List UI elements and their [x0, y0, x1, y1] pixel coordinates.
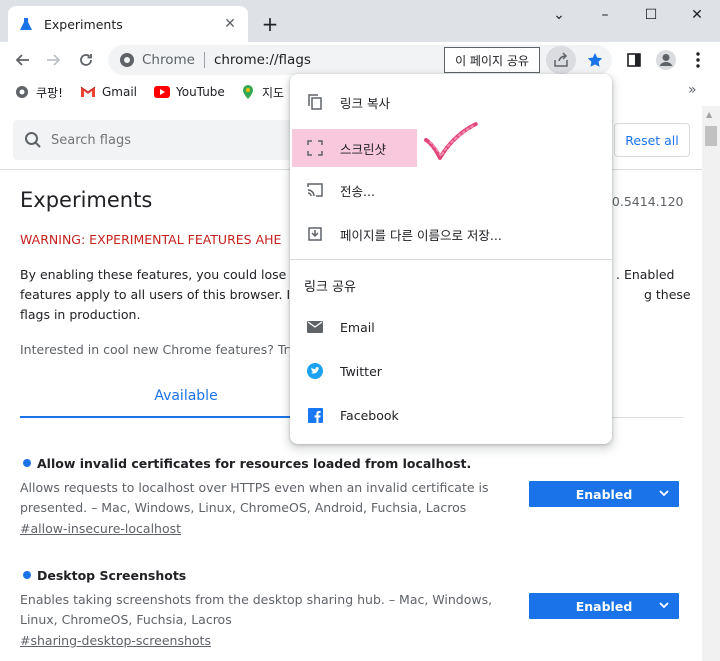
reset-all-button[interactable]: Reset all: [614, 123, 690, 157]
bookmark-maps[interactable]: 지도: [240, 82, 284, 102]
omnibox-separator: [203, 52, 205, 68]
flag-description: Enables taking screenshots from the desk…: [20, 592, 493, 627]
flag-state-select[interactable]: Enabled: [529, 593, 679, 619]
screenshot-icon: [306, 139, 324, 157]
twitter-icon: [306, 362, 324, 380]
intro-line-right: . Enabled: [616, 267, 675, 282]
scroll-up-arrow-icon[interactable]: ▲: [706, 110, 712, 119]
minimize-icon[interactable]: –: [582, 2, 628, 28]
bookmark-label: Gmail: [102, 85, 138, 99]
menu-item-label: 전송...: [340, 183, 375, 199]
menu-item-save-page[interactable]: 페이지를 다른 이름으로 저장...: [290, 212, 612, 256]
menu-kebab-icon[interactable]: [684, 46, 712, 74]
checkmark-annotation-icon: [424, 122, 478, 160]
flag-state-select[interactable]: Enabled: [529, 481, 679, 507]
bookmark-coupang[interactable]: 쿠팡!: [14, 82, 63, 102]
search-box[interactable]: [13, 120, 313, 160]
intro-line-left: flags in production.: [20, 307, 141, 322]
side-panel-icon[interactable]: [620, 46, 648, 74]
coupang-icon: [14, 84, 30, 100]
forward-icon[interactable]: [40, 46, 68, 74]
close-tab-icon[interactable]: ✕: [222, 16, 238, 32]
youtube-icon: [154, 84, 170, 100]
flag-permalink[interactable]: #allow-insecure-localhost: [20, 519, 690, 539]
gmail-icon: [80, 84, 96, 100]
scroll-thumb[interactable]: [705, 126, 717, 146]
tab-strip: Experiments ✕ + ⌄ – ☐ ✕: [0, 0, 720, 42]
omnibox-scheme: Chrome: [142, 52, 195, 68]
menu-divider: [290, 259, 612, 260]
menu-item-label: 스크린샷: [340, 141, 387, 157]
share-icon[interactable]: [546, 46, 576, 74]
tab-title: Experiments: [44, 16, 123, 32]
menu-item-email[interactable]: Email: [290, 305, 612, 349]
chevron-down-icon: [657, 598, 671, 612]
toolbar: Chrome chrome://flags 이 페이지 공유: [0, 42, 720, 78]
chrome-icon: [118, 51, 136, 69]
maps-icon: [240, 84, 256, 100]
scrollbar[interactable]: ▲: [702, 106, 720, 661]
flag-entry: Desktop Screenshots Enables taking scree…: [20, 566, 690, 651]
menu-item-facebook[interactable]: Facebook: [290, 393, 612, 437]
flag-name: Desktop Screenshots: [37, 567, 187, 583]
intro-line-left: features apply to all users of this brow…: [20, 287, 295, 302]
flag-description: Allows requests to localhost over HTTPS …: [20, 480, 489, 515]
intro-line-right: g these: [644, 287, 691, 302]
menu-item-cast[interactable]: 전송...: [290, 168, 612, 212]
omnibox-url[interactable]: chrome://flags: [214, 52, 311, 68]
flag-state-value: Enabled: [575, 486, 633, 502]
close-window-icon[interactable]: ✕: [674, 2, 720, 28]
share-tooltip: 이 페이지 공유: [444, 47, 540, 73]
bookmark-label: YouTube: [176, 85, 225, 99]
bookmark-label: 지도: [262, 85, 285, 100]
flask-icon: [18, 16, 34, 32]
menu-item-twitter[interactable]: Twitter: [290, 349, 612, 393]
flag-status-dot-icon: [23, 459, 31, 467]
bookmark-gmail[interactable]: Gmail: [80, 82, 137, 102]
flag-permalink[interactable]: #sharing-desktop-screenshots: [20, 631, 690, 651]
maximize-icon[interactable]: ☐: [628, 2, 674, 28]
back-icon[interactable]: [8, 46, 36, 74]
flag-status-dot-icon: [23, 571, 31, 579]
interested-text: Interested in cool new Chrome features? …: [20, 342, 297, 357]
intro-line-left: By enabling these features, you could lo…: [20, 267, 299, 282]
tab-experiments[interactable]: Experiments ✕: [8, 6, 248, 42]
new-tab-button[interactable]: +: [258, 12, 282, 36]
copy-icon: [306, 93, 324, 111]
share-link-heading: 링크 공유: [304, 280, 356, 295]
bookmark-youtube[interactable]: YouTube: [154, 82, 225, 102]
flag-title-row: Allow invalid certificates for resources…: [20, 454, 690, 472]
bookmarks-overflow-icon[interactable]: »: [688, 82, 697, 98]
search-icon: [23, 130, 43, 150]
menu-item-screenshot[interactable]: 스크린샷: [292, 129, 417, 167]
email-icon: [306, 318, 324, 336]
flag-state-value: Enabled: [575, 598, 633, 614]
tab-search-icon[interactable]: ⌄: [536, 2, 582, 28]
search-flags-input[interactable]: [51, 132, 291, 148]
flag-entry: Allow invalid certificates for resources…: [20, 454, 690, 539]
menu-item-label: 페이지를 다른 이름으로 저장...: [340, 227, 502, 243]
bookmark-label: 쿠팡!: [36, 85, 63, 100]
bookmark-star-icon[interactable]: [582, 46, 608, 74]
facebook-icon: [306, 406, 324, 424]
flag-name: Allow invalid certificates for resources…: [37, 455, 472, 471]
menu-item-label: Twitter: [340, 363, 382, 379]
save-icon: [306, 225, 324, 243]
warning-text: WARNING: EXPERIMENTAL FEATURES AHE: [20, 232, 282, 247]
menu-item-label: Facebook: [340, 407, 399, 423]
menu-item-label: Email: [340, 319, 375, 335]
page-title: Experiments: [20, 188, 153, 212]
menu-item-label: 링크 복사: [340, 95, 390, 111]
reload-icon[interactable]: [72, 46, 100, 74]
flag-title-row: Desktop Screenshots: [20, 566, 690, 584]
cast-icon: [306, 181, 324, 199]
version-text: 9.0.5414.120: [600, 194, 684, 209]
chevron-down-icon: [657, 486, 671, 500]
menu-item-copy-link[interactable]: 링크 복사: [290, 80, 612, 124]
profile-avatar-icon[interactable]: [652, 46, 680, 74]
